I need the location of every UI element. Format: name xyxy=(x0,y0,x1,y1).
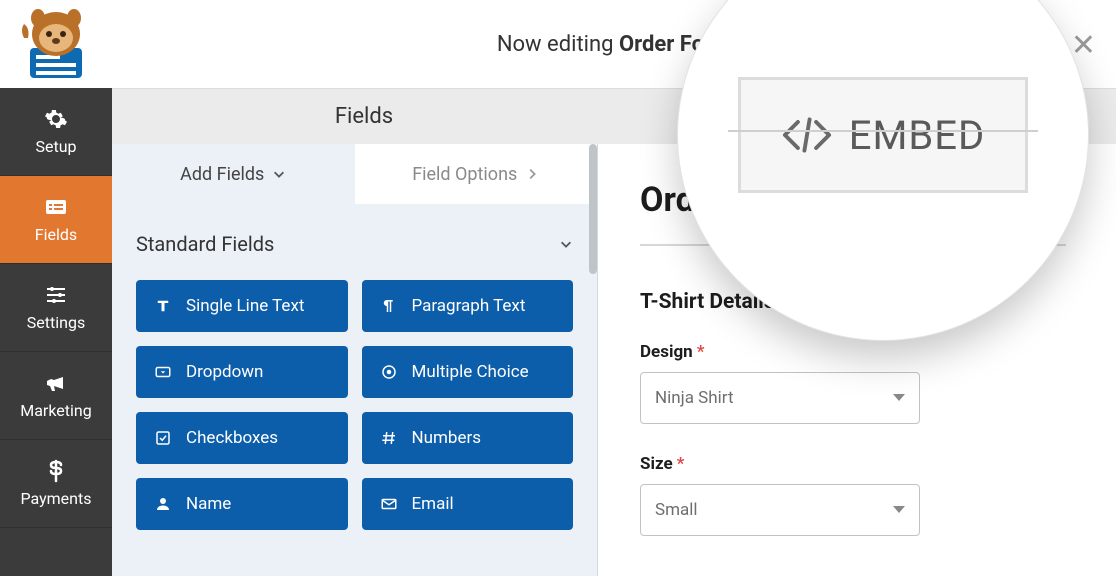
field-label: Email xyxy=(412,494,454,514)
chevron-down-icon xyxy=(559,237,573,251)
dollar-icon xyxy=(42,459,70,483)
list-icon xyxy=(42,195,70,219)
dropdown-icon xyxy=(154,363,172,381)
chevron-right-icon xyxy=(525,167,539,181)
field-dropdown[interactable]: Dropdown xyxy=(136,346,348,398)
size-label: Size* xyxy=(640,454,1066,474)
embed-label: EMBED xyxy=(849,112,986,159)
code-icon xyxy=(781,113,833,157)
field-multiple-choice[interactable]: Multiple Choice xyxy=(362,346,574,398)
nav-label: Marketing xyxy=(20,401,91,420)
field-name[interactable]: Name xyxy=(136,478,348,530)
nav-item-settings[interactable]: Settings xyxy=(0,264,112,352)
close-icon[interactable]: ✕ xyxy=(1071,28,1096,63)
nav-item-marketing[interactable]: Marketing xyxy=(0,352,112,440)
field-label: Dropdown xyxy=(186,362,263,382)
label-text: Design xyxy=(640,342,693,362)
field-label: Numbers xyxy=(412,428,482,448)
design-label: Design* xyxy=(640,342,1066,362)
form-row-size: Size* xyxy=(640,454,1066,536)
app-logo xyxy=(0,0,112,88)
tab-field-options[interactable]: Field Options xyxy=(355,144,598,204)
radio-icon xyxy=(380,363,398,381)
form-row-design: Design* xyxy=(640,342,1066,424)
nav-label: Fields xyxy=(35,225,77,244)
field-label: Paragraph Text xyxy=(412,296,526,316)
user-icon xyxy=(154,495,172,513)
tab-add-fields[interactable]: Add Fields xyxy=(112,144,355,204)
required-marker: * xyxy=(677,454,685,474)
nav-item-setup[interactable]: Setup xyxy=(0,88,112,176)
wpforms-logo-icon xyxy=(16,8,96,80)
field-label: Single Line Text xyxy=(186,296,304,316)
tab-label: Field Options xyxy=(412,164,517,185)
field-label: Name xyxy=(186,494,231,514)
size-select[interactable] xyxy=(640,484,920,536)
required-marker: * xyxy=(697,342,705,362)
panel-tabs: Add Fields Field Options xyxy=(112,144,597,204)
paragraph-icon xyxy=(380,297,398,315)
nav-label: Setup xyxy=(35,137,76,156)
bullhorn-icon xyxy=(42,371,70,395)
hash-icon xyxy=(380,429,398,447)
envelope-icon xyxy=(380,495,398,513)
label-text: Size xyxy=(640,454,673,474)
nav-item-fields[interactable]: Fields xyxy=(0,176,112,264)
field-single-line-text[interactable]: Single Line Text xyxy=(136,280,348,332)
field-checkboxes[interactable]: Checkboxes xyxy=(136,412,348,464)
nav-item-payments[interactable]: Payments xyxy=(0,440,112,528)
field-email[interactable]: Email xyxy=(362,478,574,530)
fields-panel: Add Fields Field Options Standard Fields… xyxy=(112,144,598,576)
field-grid: Single Line Text Paragraph Text Dropdown… xyxy=(136,280,573,530)
field-label: Multiple Choice xyxy=(412,362,529,382)
design-select[interactable] xyxy=(640,372,920,424)
field-numbers[interactable]: Numbers xyxy=(362,412,574,464)
left-nav: Setup Fields Settings Marketing Payments xyxy=(0,88,112,576)
embed-button[interactable]: EMBED xyxy=(738,77,1028,193)
tab-label: Add Fields xyxy=(180,164,264,185)
nav-label: Payments xyxy=(20,489,91,508)
nav-label: Settings xyxy=(27,313,85,332)
group-standard-fields[interactable]: Standard Fields xyxy=(136,232,573,256)
scrollbar[interactable] xyxy=(589,144,597,274)
chevron-down-icon xyxy=(272,167,286,181)
editing-prefix: Now editing xyxy=(497,32,619,57)
text-icon xyxy=(154,297,172,315)
checkbox-icon xyxy=(154,429,172,447)
callout-baseline xyxy=(728,130,1038,132)
field-label: Checkboxes xyxy=(186,428,278,448)
group-title: Standard Fields xyxy=(136,232,274,256)
gear-icon xyxy=(42,107,70,131)
sliders-icon xyxy=(42,283,70,307)
field-paragraph-text[interactable]: Paragraph Text xyxy=(362,280,574,332)
